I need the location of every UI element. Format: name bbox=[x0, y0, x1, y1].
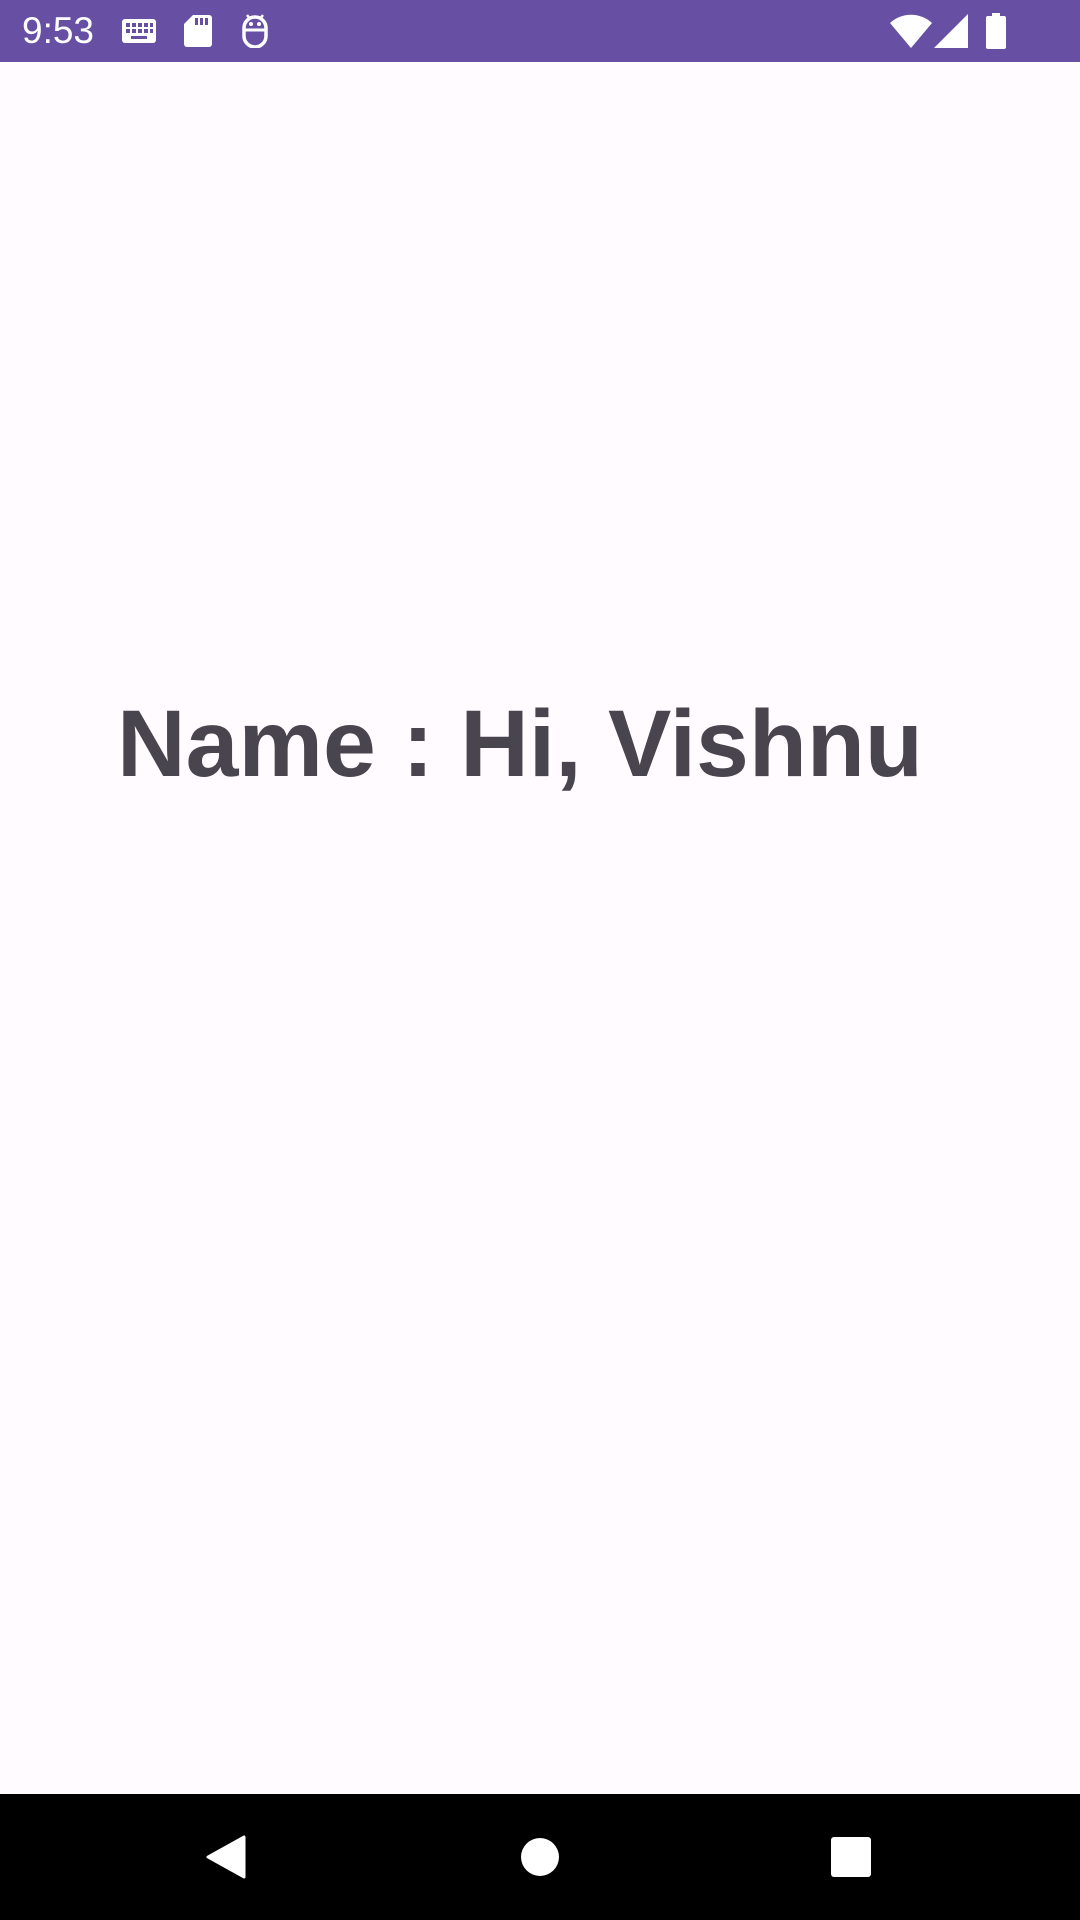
android-debug-icon bbox=[240, 0, 270, 62]
navigation-bar bbox=[0, 1794, 1080, 1920]
battery-icon bbox=[985, 0, 1007, 62]
back-button[interactable] bbox=[162, 1794, 288, 1920]
recents-button[interactable] bbox=[788, 1794, 914, 1920]
status-time: 9:53 bbox=[22, 10, 95, 51]
name-greeting-text: Name : Hi, Vishnu bbox=[117, 691, 923, 797]
sd-card-icon bbox=[184, 0, 212, 62]
home-button[interactable] bbox=[477, 1794, 603, 1920]
back-icon bbox=[206, 1835, 246, 1879]
wifi-icon bbox=[890, 0, 932, 62]
cell-signal-icon bbox=[934, 0, 968, 62]
home-icon bbox=[521, 1838, 559, 1876]
recents-icon bbox=[831, 1837, 871, 1877]
status-bar: 9:53 bbox=[0, 0, 1080, 62]
keyboard-icon bbox=[122, 0, 156, 62]
main-content: Name : Hi, Vishnu bbox=[0, 62, 1080, 1794]
